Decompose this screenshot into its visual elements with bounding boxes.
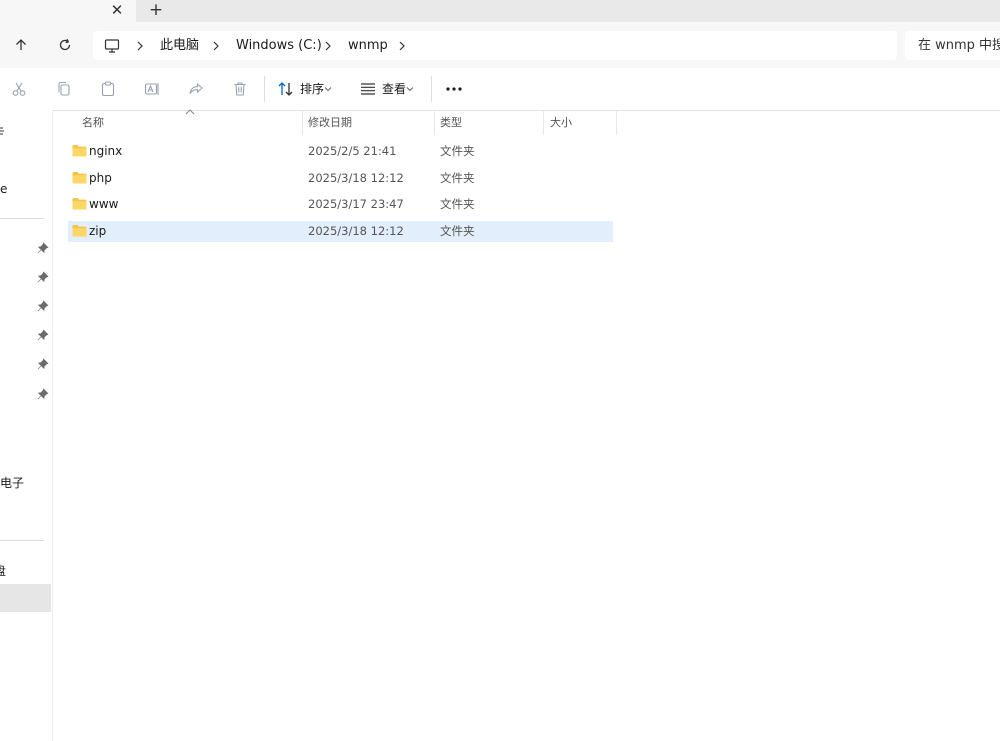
folder-icon [72, 198, 87, 210]
chevron-right-icon[interactable] [212, 31, 220, 60]
pin-icon [37, 358, 49, 370]
up-button[interactable] [9, 33, 33, 57]
column-header-date[interactable]: 修改日期 [308, 110, 352, 135]
column-divider[interactable] [302, 110, 303, 135]
delete-icon[interactable] [230, 79, 250, 99]
refresh-button[interactable] [53, 33, 77, 57]
nav-item-partial-top[interactable] [0, 125, 5, 139]
breadcrumb-this-pc[interactable]: 此电脑 [160, 31, 199, 60]
pin-icon [37, 300, 49, 312]
address-bar[interactable]: 此电脑 Windows (C:) wnmp [93, 31, 897, 60]
file-type: 文件夹 [440, 224, 475, 238]
toolbar-divider [431, 76, 432, 102]
file-name[interactable]: zip [89, 221, 106, 242]
command-bar: 排序 查看 [0, 68, 1000, 111]
view-icon[interactable] [358, 79, 378, 99]
folder-icon [72, 225, 87, 237]
sort-button[interactable]: 排序 [300, 68, 324, 110]
nav-item-selected[interactable] [0, 584, 51, 612]
column-header-name[interactable]: 名称 [82, 110, 104, 135]
chevron-right-icon[interactable] [136, 31, 144, 60]
sort-icon[interactable] [276, 79, 296, 99]
file-type: 文件夹 [440, 144, 475, 158]
toolbar-divider [264, 76, 265, 102]
pin-icon [37, 242, 49, 254]
breadcrumb-windows-c[interactable]: Windows (C:) [236, 31, 322, 60]
file-date: 2025/3/18 12:12 [308, 224, 404, 238]
copy-icon[interactable] [54, 79, 74, 99]
file-date: 2025/3/17 23:47 [308, 197, 404, 211]
column-divider[interactable] [434, 110, 435, 135]
nav-item-onedrive-partial[interactable]: e [0, 182, 7, 196]
arrow-up-icon [16, 39, 26, 50]
file-type: 文件夹 [440, 171, 475, 185]
column-divider[interactable] [543, 110, 544, 135]
file-name[interactable]: nginx [89, 141, 122, 162]
rename-icon[interactable] [142, 79, 162, 99]
search-box[interactable]: 在 wnmp 中搜 [905, 31, 1000, 60]
file-name[interactable]: php [89, 168, 112, 189]
file-row-zip[interactable]: zip 2025/3/18 12:12 文件夹 [68, 221, 613, 242]
more-options-icon[interactable] [444, 79, 464, 99]
nav-item-partial-electronic[interactable]: 电子 [0, 474, 24, 491]
refresh-icon [59, 38, 71, 51]
tab-strip: ✕ + [0, 0, 1000, 22]
pin-icon [37, 271, 49, 283]
pin-icon [37, 329, 49, 341]
file-date: 2025/2/5 21:41 [308, 144, 397, 158]
file-name[interactable]: www [89, 194, 118, 215]
address-row: 此电脑 Windows (C:) wnmp 在 wnmp 中搜 [0, 22, 1000, 68]
view-button[interactable]: 查看 [382, 68, 406, 110]
folder-icon [72, 172, 87, 184]
chevron-down-icon[interactable] [323, 79, 333, 99]
search-placeholder: 在 wnmp 中搜 [918, 38, 1000, 53]
column-header-type[interactable]: 类型 [440, 110, 462, 135]
breadcrumb-wnmp[interactable]: wnmp [348, 31, 388, 60]
file-type: 文件夹 [440, 197, 475, 211]
file-row-php[interactable]: php 2025/3/18 12:12 文件夹 [68, 168, 613, 189]
file-date: 2025/3/18 12:12 [308, 171, 404, 185]
chevron-right-icon[interactable] [324, 31, 332, 60]
navigation-pane: e 电子 盘 [0, 110, 53, 741]
column-divider[interactable] [616, 110, 617, 135]
sort-ascending-icon [185, 109, 195, 115]
chevron-down-icon[interactable] [405, 79, 415, 99]
nav-divider [0, 218, 44, 219]
pin-icon [37, 388, 49, 400]
cut-icon[interactable] [9, 79, 29, 99]
nav-divider [0, 540, 44, 541]
paste-icon[interactable] [98, 79, 118, 99]
file-row-nginx[interactable]: nginx 2025/2/5 21:41 文件夹 [68, 141, 613, 162]
nav-item-partial-disk[interactable]: 盘 [0, 562, 6, 579]
computer-icon [104, 31, 120, 60]
file-row-www[interactable]: www 2025/3/17 23:47 文件夹 [68, 194, 613, 215]
folder-icon [72, 145, 87, 157]
close-tab-icon[interactable]: ✕ [107, 0, 127, 20]
chevron-right-icon[interactable] [398, 31, 406, 60]
share-icon[interactable] [186, 79, 206, 99]
tab-wnmp[interactable]: ✕ [0, 0, 136, 22]
column-header-size[interactable]: 大小 [550, 110, 572, 135]
new-tab-button[interactable]: + [145, 0, 167, 20]
